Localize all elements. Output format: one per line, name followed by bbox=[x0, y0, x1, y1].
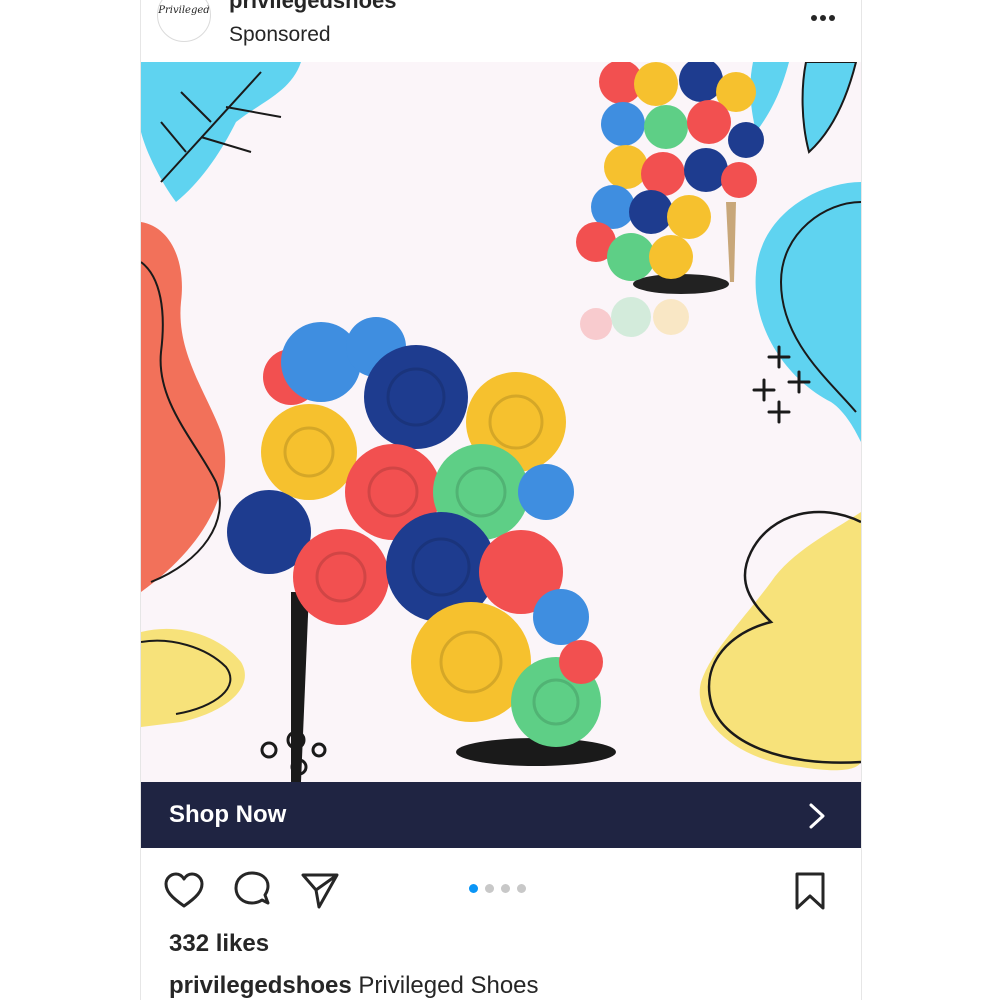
avatar[interactable]: Privileged bbox=[157, 0, 211, 42]
instagram-post: Privileged privilegedshoes Sponsored Sho… bbox=[140, 0, 862, 1000]
caption-text: Privileged Shoes bbox=[358, 972, 539, 999]
carousel-dot bbox=[469, 884, 478, 893]
post-caption: privilegedshoes Privileged Shoes bbox=[169, 972, 539, 1000]
shop-now-label: Shop Now bbox=[169, 801, 287, 828]
carousel-dot bbox=[501, 884, 510, 893]
product-image bbox=[141, 62, 861, 782]
product-boot-large bbox=[227, 317, 616, 782]
sponsored-label: Sponsored bbox=[229, 23, 331, 46]
send-icon[interactable] bbox=[299, 870, 341, 912]
username[interactable]: privilegedshoes bbox=[229, 0, 397, 14]
more-horizontal-icon[interactable] bbox=[805, 4, 841, 28]
avatar-logo-text: Privileged bbox=[158, 5, 210, 16]
bookmark-icon[interactable] bbox=[789, 870, 831, 912]
carousel-dot bbox=[485, 884, 494, 893]
likes-count[interactable]: 332 likes bbox=[169, 930, 269, 958]
chevron-right-icon bbox=[809, 803, 825, 829]
shop-now-button[interactable]: Shop Now bbox=[141, 782, 861, 848]
post-header: Privileged privilegedshoes Sponsored bbox=[141, 0, 861, 62]
post-image[interactable] bbox=[141, 62, 861, 782]
action-bar bbox=[141, 848, 861, 928]
caption-username[interactable]: privilegedshoes bbox=[169, 972, 352, 999]
carousel-dot bbox=[517, 884, 526, 893]
comment-icon[interactable] bbox=[231, 870, 273, 912]
heart-icon[interactable] bbox=[163, 870, 205, 912]
product-boot-small bbox=[576, 62, 764, 340]
